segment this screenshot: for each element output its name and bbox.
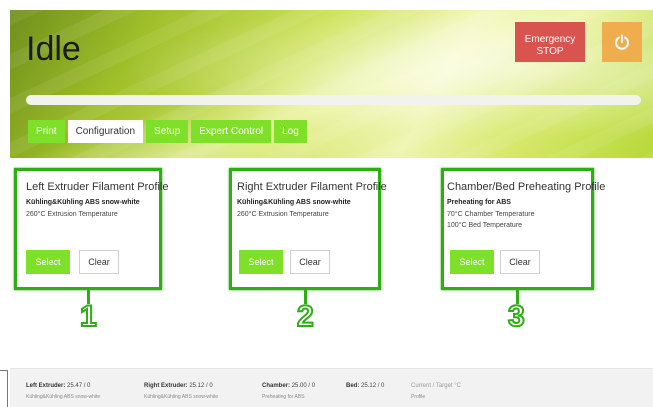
app-root: Idle Emergency STOP Print Configuration … bbox=[0, 0, 653, 407]
status-value: 25.00 / 0 bbox=[291, 383, 316, 389]
status-profile: Kühling&Kühling ABS snow-white bbox=[144, 394, 219, 400]
card-profile-name: Preheating for ABS bbox=[447, 199, 511, 206]
card-title: Right Extruder Filament Profile bbox=[237, 181, 387, 193]
right-extruder-profile-card: Right Extruder Filament Profile Kühling&… bbox=[229, 168, 387, 290]
left-extruder-profile-card: Left Extruder Filament Profile Kühling&K… bbox=[14, 168, 168, 290]
card-detail: 100°C Bed Temperature bbox=[447, 222, 523, 229]
power-icon bbox=[615, 34, 629, 50]
status-profile: Kühling&Kühling ABS snow-white bbox=[26, 394, 101, 400]
right-extruder-status: Right Extruder: 25.12 / 0 Kühling&Kühlin… bbox=[144, 383, 218, 400]
legend-sub: Profile bbox=[411, 394, 426, 400]
card-profile-name: Kühling&Kühling ABS snow-white bbox=[237, 199, 351, 206]
status-label: Chamber: bbox=[262, 383, 291, 389]
select-button[interactable]: Select bbox=[450, 250, 494, 274]
card-detail: 260°C Extrusion Temperature bbox=[26, 211, 118, 218]
tab-configuration[interactable]: Configuration bbox=[67, 120, 144, 143]
tab-print[interactable]: Print bbox=[28, 120, 65, 143]
print-progress-bar bbox=[26, 95, 641, 105]
main-tabs: Print Configuration Setup Expert Control… bbox=[28, 120, 307, 143]
card-detail: 70°C Chamber Temperature bbox=[447, 211, 535, 218]
bed-status: Bed: 25.12 / 0 bbox=[346, 383, 384, 389]
tab-log[interactable]: Log bbox=[274, 120, 307, 143]
marker-label: 1 bbox=[79, 299, 98, 334]
clear-button[interactable]: Clear bbox=[79, 250, 119, 274]
status-label: Left Extruder: bbox=[26, 383, 66, 389]
clear-button[interactable]: Clear bbox=[500, 250, 540, 274]
header: Idle Emergency STOP Print Configuration … bbox=[10, 10, 653, 158]
status-label: Bed: bbox=[346, 383, 360, 389]
emergency-stop-button[interactable]: Emergency STOP bbox=[515, 22, 585, 62]
status-value: 25.47 / 0 bbox=[67, 383, 91, 389]
select-button[interactable]: Select bbox=[26, 250, 70, 274]
card-title: Left Extruder Filament Profile bbox=[26, 181, 169, 193]
power-button[interactable] bbox=[602, 22, 642, 62]
page-title: Idle bbox=[26, 30, 81, 68]
marker-label: 3 bbox=[507, 299, 526, 334]
tab-setup[interactable]: Setup bbox=[146, 120, 189, 143]
status-legend: Current / Target °C Profile bbox=[411, 383, 461, 400]
card-detail: 260°C Extrusion Temperature bbox=[237, 211, 329, 218]
status-label: Right Extruder: bbox=[144, 383, 188, 389]
status-value: 25.12 / 0 bbox=[361, 383, 385, 389]
status-profile: Preheating for ABS bbox=[262, 394, 305, 400]
chamber-bed-profile-card: Chamber/Bed Preheating Profile Preheatin… bbox=[441, 168, 605, 290]
card-title: Chamber/Bed Preheating Profile bbox=[447, 181, 606, 193]
tab-expert-control[interactable]: Expert Control bbox=[191, 120, 272, 143]
temperature-status-bar: Left Extruder: 25.47 / 0 Kühling&Kühling… bbox=[10, 368, 653, 407]
status-value: 25.12 / 0 bbox=[189, 383, 213, 389]
legend-label: Current / Target °C bbox=[411, 383, 461, 389]
chamber-status: Chamber: 25.00 / 0 Preheating for ABS bbox=[262, 383, 315, 400]
marker-label: 2 bbox=[296, 299, 315, 334]
left-extruder-status: Left Extruder: 25.47 / 0 Kühling&Kühling… bbox=[26, 383, 100, 400]
select-button[interactable]: Select bbox=[239, 250, 283, 274]
panel-edge bbox=[0, 370, 8, 407]
emergency-stop-label: Emergency STOP bbox=[524, 34, 576, 57]
clear-button[interactable]: Clear bbox=[290, 250, 330, 274]
card-profile-name: Kühling&Kühling ABS snow-white bbox=[26, 199, 140, 206]
